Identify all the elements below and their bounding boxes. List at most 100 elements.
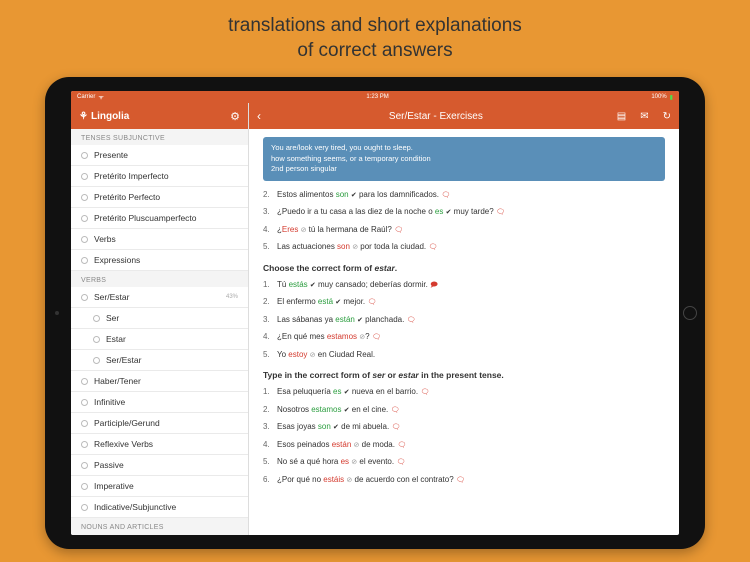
comment-icon[interactable]: 🗩 bbox=[430, 282, 438, 289]
section-header-tenses: TENSES SUBJUNCTIVE bbox=[71, 129, 248, 145]
sidebar-item[interactable]: Ser/Estar 43% bbox=[71, 287, 248, 308]
line-number: 5. bbox=[263, 456, 273, 469]
answer-word: estáis bbox=[323, 475, 344, 484]
line-number: 6. bbox=[263, 474, 273, 487]
refresh-icon[interactable]: ↻ bbox=[663, 111, 671, 122]
status-bar: Carrier ᯤ 1:23 PM 100% ▮ bbox=[71, 91, 679, 103]
sidebar-item[interactable]: Participle/Gerund bbox=[71, 413, 248, 434]
wrong-icon: ⊘ bbox=[354, 442, 360, 449]
bookmark-icon[interactable]: ▤ bbox=[617, 111, 626, 122]
sentence: ¿Eres ⊘ tú la hermana de Raúl? 🗨 bbox=[277, 224, 403, 237]
wrong-icon: ⊘ bbox=[301, 227, 307, 234]
sidebar-item-label: Verbs bbox=[94, 234, 116, 244]
sidebar-item-label: Ser/Estar bbox=[94, 292, 129, 302]
sidebar-item[interactable]: Expressions bbox=[71, 250, 248, 271]
sidebar-item-label: Participle/Gerund bbox=[94, 418, 160, 428]
comment-icon[interactable]: 🗨 bbox=[391, 424, 400, 431]
check-icon: ✔ bbox=[357, 317, 363, 324]
check-icon: ✔ bbox=[351, 192, 357, 199]
line-number: 5. bbox=[263, 349, 273, 362]
line-number: 3. bbox=[263, 421, 273, 434]
sidebar-item[interactable]: Pretérito Imperfecto bbox=[71, 166, 248, 187]
sidebar-item-label: Estar bbox=[106, 334, 126, 344]
comment-icon[interactable]: 🗨 bbox=[428, 244, 437, 251]
progress-pct: 43% bbox=[226, 294, 238, 300]
sidebar-item[interactable]: Imperative bbox=[71, 476, 248, 497]
comment-icon[interactable]: 🗨 bbox=[396, 459, 405, 466]
sidebar-item[interactable]: Infinitive bbox=[71, 392, 248, 413]
sentence: ¿Por qué no estáis ⊘ de acuerdo con el c… bbox=[277, 474, 465, 487]
comment-icon[interactable]: 🗨 bbox=[496, 209, 505, 216]
progress-ring-icon bbox=[81, 236, 88, 243]
wrong-icon: ⊘ bbox=[352, 244, 358, 251]
line-number: 2. bbox=[263, 189, 273, 202]
sentence: ¿En qué mes estamos ⊘? 🗨 bbox=[277, 331, 381, 344]
sidebar-item[interactable]: Pretérito Pluscuamperfecto bbox=[71, 208, 248, 229]
exercise-line: 3. ¿Puedo ir a tu casa a las diez de la n… bbox=[263, 204, 665, 222]
gear-icon[interactable]: ⚙ bbox=[230, 110, 240, 123]
sentence: ¿Puedo ir a tu casa a las diez de la noc… bbox=[277, 206, 505, 219]
sidebar-item[interactable]: Verbs bbox=[71, 229, 248, 250]
check-icon: ✔ bbox=[446, 209, 452, 216]
exercise-line: 2.Estos alimentos son ✔ para los damnifi… bbox=[263, 187, 665, 205]
answer-word: Eres bbox=[282, 225, 298, 234]
battery-pct: 100% bbox=[651, 94, 666, 100]
app-body: ⚘ Lingolia ⚙ TENSES SUBJUNCTIVE Presente… bbox=[71, 103, 679, 535]
sentence: No sé a qué hora es ⊘ el evento. 🗨 bbox=[277, 456, 405, 469]
line-number: 1. bbox=[263, 279, 273, 292]
comment-icon[interactable]: 🗨 bbox=[407, 317, 416, 324]
sidebar-item[interactable]: Presente bbox=[71, 145, 248, 166]
sidebar-item[interactable]: Ser/Estar bbox=[71, 350, 248, 371]
sidebar-item[interactable]: Passive bbox=[71, 455, 248, 476]
comment-icon[interactable]: 🗨 bbox=[456, 477, 465, 484]
check-icon: ✔ bbox=[344, 407, 350, 414]
brand-logo: ⚘ Lingolia bbox=[79, 111, 129, 122]
sidebar-item[interactable]: Indicative/Subjunctive bbox=[71, 497, 248, 518]
progress-ring-icon bbox=[81, 257, 88, 264]
sidebar-item-label: Haber/Tener bbox=[94, 376, 141, 386]
sidebar-item-label: Expressions bbox=[94, 255, 140, 265]
exercise-line: 5. No sé a qué hora es ⊘ el evento. 🗨 bbox=[263, 454, 665, 472]
sentence: Yo estoy ⊘ en Ciudad Real. bbox=[277, 349, 375, 362]
progress-ring-icon bbox=[81, 173, 88, 180]
sidebar-item-label: Ser bbox=[106, 313, 119, 323]
sidebar-item-label: Ser/Estar bbox=[106, 355, 141, 365]
answer-word: estamos bbox=[327, 332, 357, 341]
sidebar-item[interactable]: Reflexive Verbs bbox=[71, 434, 248, 455]
answer-word: son bbox=[337, 242, 350, 251]
comment-icon[interactable]: 🗨 bbox=[372, 334, 381, 341]
comment-icon[interactable]: 🗨 bbox=[420, 389, 429, 396]
comment-icon[interactable]: 🗨 bbox=[397, 442, 406, 449]
main-panel: ‹ Ser/Estar - Exercises ▤ ✉ ↻ You are/lo… bbox=[249, 103, 679, 535]
answer-word: estoy bbox=[288, 350, 307, 359]
progress-ring-icon bbox=[81, 215, 88, 222]
progress-ring-icon bbox=[81, 378, 88, 385]
sidebar-item-label: Presente bbox=[94, 150, 128, 160]
progress-ring-icon bbox=[81, 152, 88, 159]
back-icon[interactable]: ‹ bbox=[257, 109, 261, 123]
wrong-icon: ⊘ bbox=[359, 334, 365, 341]
sidebar-item[interactable]: Haber/Tener bbox=[71, 371, 248, 392]
check-icon: ✔ bbox=[333, 424, 339, 431]
comment-icon[interactable]: 🗨 bbox=[441, 192, 450, 199]
progress-ring-icon bbox=[81, 441, 88, 448]
sidebar-item[interactable]: Ser bbox=[71, 308, 248, 329]
exercise-line: 5. Yo estoy ⊘ en Ciudad Real. bbox=[263, 347, 665, 365]
mail-icon[interactable]: ✉ bbox=[640, 111, 648, 122]
sentence: Esa peluquería es ✔ nueva en el barrio. … bbox=[277, 386, 429, 399]
comment-icon[interactable]: 🗨 bbox=[394, 227, 403, 234]
wifi-icon: ᯤ bbox=[98, 93, 103, 101]
line-number: 1. bbox=[263, 386, 273, 399]
home-button[interactable] bbox=[683, 306, 697, 320]
sentence: Tú estás ✔ muy cansado; deberías dormir.… bbox=[277, 279, 438, 292]
comment-icon[interactable]: 🗨 bbox=[391, 407, 400, 414]
exercise-line: 2.El enfermo está ✔ mejor. 🗨 bbox=[263, 294, 665, 312]
answer-word: es bbox=[333, 387, 341, 396]
answer-word: están bbox=[335, 315, 355, 324]
comment-icon[interactable]: 🗨 bbox=[367, 299, 376, 306]
tablet-frame: Carrier ᯤ 1:23 PM 100% ▮ ⚘ Lingolia ⚙ TE… bbox=[45, 77, 705, 549]
line-number: 3. bbox=[263, 206, 273, 219]
exercise-line: 4.¿Eres ⊘ tú la hermana de Raúl? 🗨 bbox=[263, 222, 665, 240]
sidebar-item[interactable]: Pretérito Perfecto bbox=[71, 187, 248, 208]
sidebar-item[interactable]: Estar bbox=[71, 329, 248, 350]
